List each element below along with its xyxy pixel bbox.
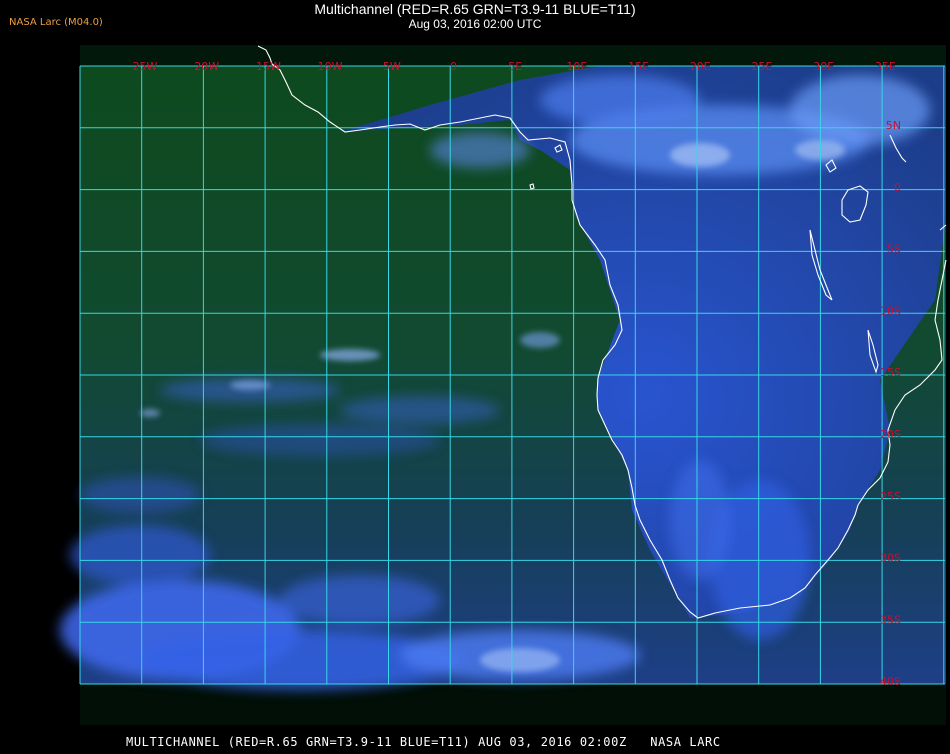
satellite-map: 25W 20W 15W 10W 5W 0 5E 10E 15E 20E 25E 30E 35E 5N 0 5… (0, 0, 950, 750)
longitude-label: 20E (690, 60, 711, 73)
latitude-label: 0 (894, 181, 901, 194)
latitude-label: 5S (887, 243, 901, 256)
longitude-label: 0 (450, 60, 457, 73)
longitude-label: 25E (752, 60, 773, 73)
longitude-label: 15E (628, 60, 649, 73)
longitude-label: 30E (813, 60, 834, 73)
longitude-label: 25W (133, 60, 158, 73)
latitude-label: 20S (880, 428, 901, 441)
longitude-label: 5W (383, 60, 401, 73)
footer-caption: MULTICHANNEL (RED=R.65 GRN=T3.9-11 BLUE=… (126, 735, 721, 749)
longitude-label: 5E (508, 60, 522, 73)
latitude-label: 10S (880, 304, 901, 317)
longitude-label: 35E (875, 60, 896, 73)
latitude-label: 15S (880, 366, 901, 379)
longitude-label: 20W (194, 60, 219, 73)
latitude-label: 30S (880, 552, 901, 565)
lower-margin (80, 684, 946, 725)
latitude-label: 40S (880, 675, 901, 688)
latitude-label: 25S (880, 490, 901, 503)
satellite-map-svg: 25W 20W 15W 10W 5W 0 5E 10E 15E 20E 25E 30E 35E 5N 0 5… (60, 45, 947, 725)
latitude-label: 5N (886, 119, 901, 132)
longitude-label: 15W (256, 60, 281, 73)
longitude-label: 10E (566, 60, 587, 73)
longitude-label: 10W (318, 60, 343, 73)
latitude-label: 35S (880, 613, 901, 626)
